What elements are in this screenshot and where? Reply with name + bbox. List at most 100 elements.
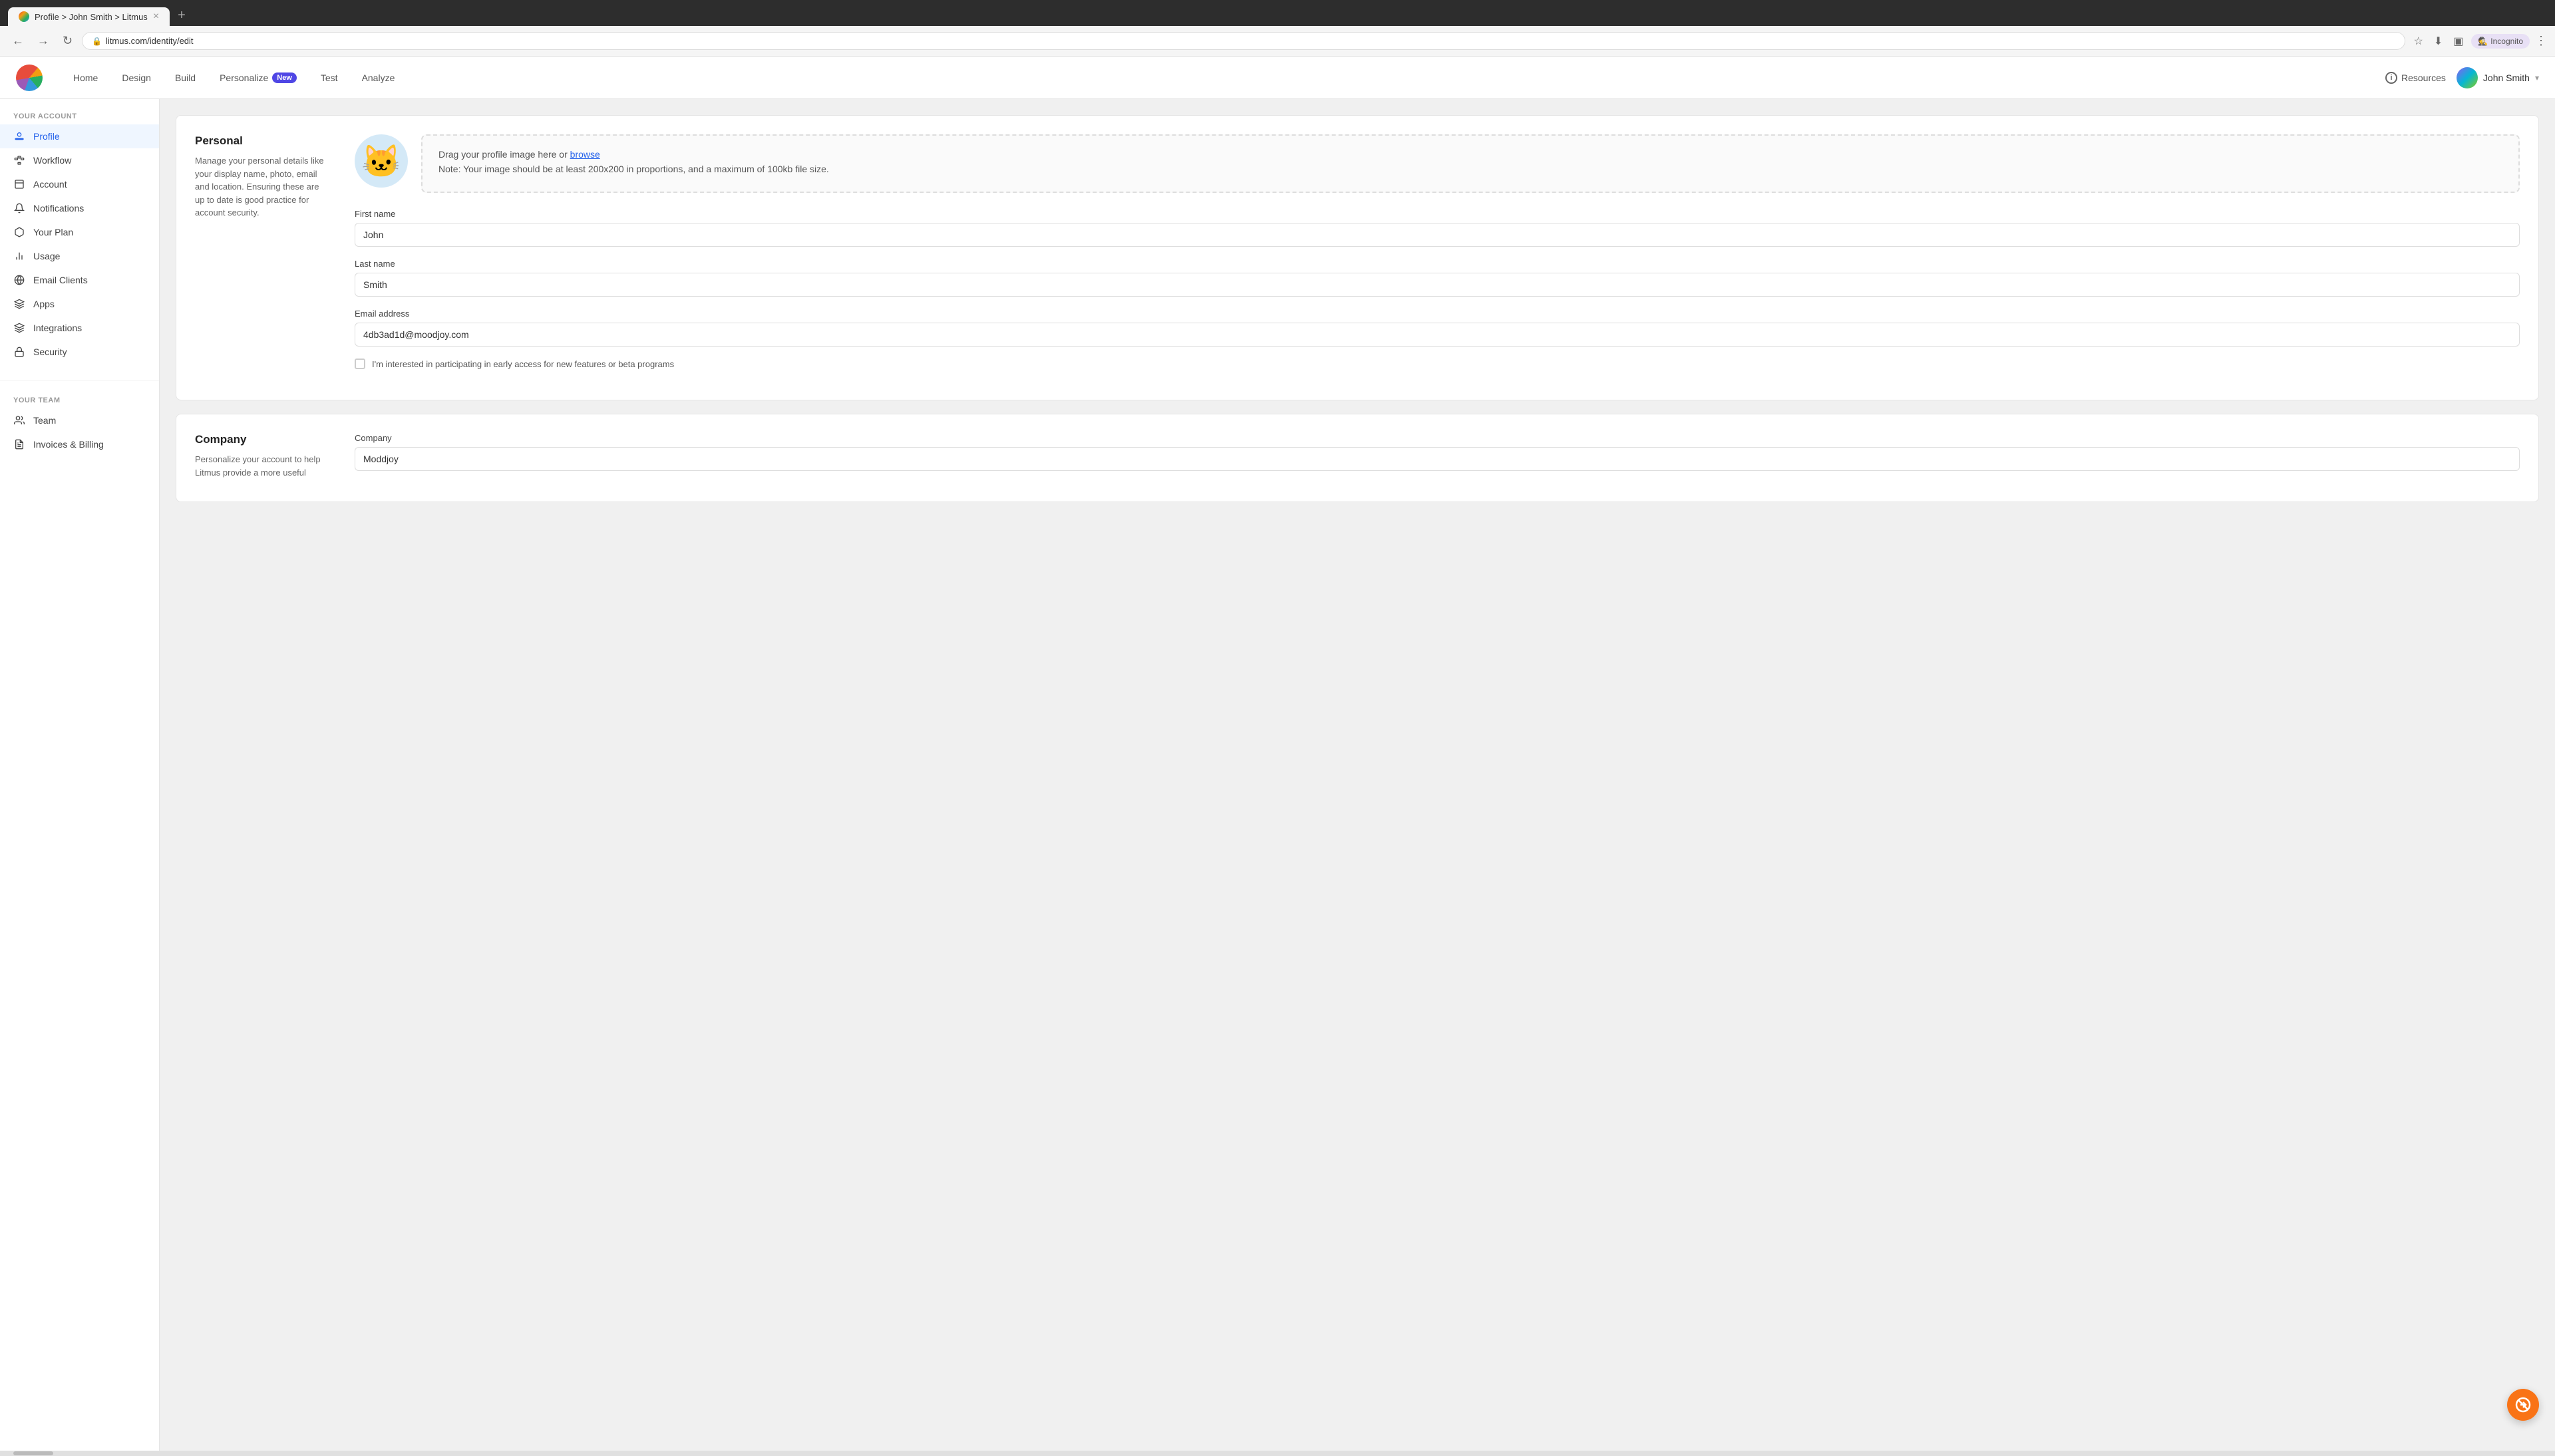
- app-header: Home Design Build Personalize New Test A…: [0, 57, 2555, 99]
- company-section-row: Company Personalize your account to help…: [195, 433, 2520, 483]
- download-icon[interactable]: ⬇: [2431, 32, 2445, 51]
- sidebar-item-apps[interactable]: Apps: [0, 292, 159, 316]
- bottom-scrollbar[interactable]: [0, 1451, 2555, 1456]
- help-button[interactable]: [2507, 1389, 2539, 1421]
- last-name-label: Last name: [355, 259, 2520, 269]
- toolbar-actions: ☆ ⬇ ▣ 🕵 Incognito ⋮: [2411, 32, 2547, 51]
- sidebar-label-security: Security: [33, 347, 67, 357]
- team-icon: [13, 414, 25, 426]
- invoices-icon: [13, 438, 25, 450]
- beta-checkbox[interactable]: [355, 359, 365, 369]
- nav-analyze[interactable]: Analyze: [353, 67, 405, 88]
- beta-checkbox-row: I'm interested in participating in early…: [355, 359, 2520, 369]
- usage-icon: [13, 250, 25, 262]
- user-menu[interactable]: John Smith ▾: [2457, 67, 2539, 88]
- personal-title: Personal: [195, 134, 328, 148]
- header-right: i Resources John Smith ▾: [2385, 67, 2539, 88]
- company-form: Company: [355, 433, 2520, 483]
- browser-toolbar: ← → ↻ 🔒 litmus.com/identity/edit ☆ ⬇ ▣ 🕵…: [0, 26, 2555, 57]
- last-name-input[interactable]: [355, 273, 2520, 297]
- sidebar-item-notifications[interactable]: Notifications: [0, 196, 159, 220]
- sidebar-label-integrations: Integrations: [33, 323, 82, 333]
- tab-close-btn[interactable]: ×: [153, 11, 159, 22]
- profile-icon: [13, 130, 25, 142]
- integrations-icon: [13, 322, 25, 334]
- sidebar-item-workflow[interactable]: Workflow: [0, 148, 159, 172]
- personal-section-card: Personal Manage your personal details li…: [176, 115, 2539, 400]
- user-avatar: [2457, 67, 2478, 88]
- back-button[interactable]: ←: [8, 31, 28, 51]
- profile-avatar: 🐱: [355, 134, 408, 188]
- active-tab[interactable]: Profile > John Smith > Litmus ×: [8, 7, 170, 26]
- sidebar-item-profile[interactable]: Profile: [0, 124, 159, 148]
- sidebar-label-account: Account: [33, 179, 67, 190]
- company-group: Company: [355, 433, 2520, 471]
- sidebar-label-apps: Apps: [33, 299, 55, 309]
- sidebar-label-invoices-billing: Invoices & Billing: [33, 439, 104, 450]
- sidebar-item-account[interactable]: Account: [0, 172, 159, 196]
- nav-test[interactable]: Test: [311, 67, 347, 88]
- email-input[interactable]: [355, 323, 2520, 347]
- sidebar-item-usage[interactable]: Usage: [0, 244, 159, 268]
- sidebar-label-team: Team: [33, 415, 56, 426]
- company-input[interactable]: [355, 447, 2520, 471]
- sidebar-item-team[interactable]: Team: [0, 408, 159, 432]
- first-name-group: First name: [355, 209, 2520, 247]
- upload-text: Drag your profile image here or browse: [438, 149, 2502, 160]
- sidebar-toggle-icon[interactable]: ▣: [2451, 32, 2466, 51]
- first-name-input[interactable]: [355, 223, 2520, 247]
- bookmark-icon[interactable]: ☆: [2411, 32, 2425, 51]
- sidebar: YOUR ACCOUNT Profile Workflow Account No…: [0, 99, 160, 1451]
- upload-note: Note: Your image should be at least 200x…: [438, 164, 2502, 174]
- scrollbar-thumb[interactable]: [13, 1451, 53, 1455]
- forward-button[interactable]: →: [33, 31, 53, 51]
- personal-description: Manage your personal details like your d…: [195, 154, 328, 219]
- nav-build[interactable]: Build: [166, 67, 205, 88]
- company-meta: Company Personalize your account to help…: [195, 433, 328, 483]
- nav-design[interactable]: Design: [112, 67, 160, 88]
- nav-home[interactable]: Home: [64, 67, 107, 88]
- litmus-logo[interactable]: [16, 65, 43, 91]
- user-menu-chevron: ▾: [2535, 73, 2539, 82]
- upload-browse-link[interactable]: browse: [570, 149, 600, 160]
- new-tab-button[interactable]: +: [172, 5, 191, 26]
- reload-button[interactable]: ↻: [59, 31, 77, 51]
- tab-title: Profile > John Smith > Litmus: [35, 12, 148, 22]
- user-name: John Smith: [2483, 73, 2530, 83]
- more-options-button[interactable]: ⋮: [2535, 34, 2547, 48]
- sidebar-label-your-plan: Your Plan: [33, 227, 73, 237]
- security-icon: [13, 346, 25, 358]
- company-label: Company: [355, 433, 2520, 443]
- main-content: Personal Manage your personal details li…: [160, 99, 2555, 1451]
- personal-section-row: Personal Manage your personal details li…: [195, 134, 2520, 381]
- email-label: Email address: [355, 309, 2520, 319]
- url-text: litmus.com/identity/edit: [106, 36, 194, 46]
- sidebar-item-email-clients[interactable]: Email Clients: [0, 268, 159, 292]
- last-name-group: Last name: [355, 259, 2520, 297]
- nav-personalize[interactable]: Personalize New: [210, 67, 306, 88]
- sidebar-label-workflow: Workflow: [33, 155, 71, 166]
- beta-checkbox-label: I'm interested in participating in early…: [372, 359, 674, 369]
- sidebar-item-your-plan[interactable]: Your Plan: [0, 220, 159, 244]
- sidebar-label-email-clients: Email Clients: [33, 275, 88, 285]
- your-team-label: YOUR TEAM: [0, 396, 159, 404]
- resources-icon: i: [2385, 72, 2397, 84]
- email-group: Email address: [355, 309, 2520, 347]
- upload-area[interactable]: Drag your profile image here or browse N…: [421, 134, 2520, 193]
- sidebar-item-security[interactable]: Security: [0, 340, 159, 364]
- sidebar-item-invoices-billing[interactable]: Invoices & Billing: [0, 432, 159, 456]
- notifications-icon: [13, 202, 25, 214]
- incognito-button[interactable]: 🕵 Incognito: [2471, 34, 2530, 49]
- browser-chrome: Profile > John Smith > Litmus × + ← → ↻ …: [0, 0, 2555, 57]
- sidebar-label-profile: Profile: [33, 131, 60, 142]
- resources-button[interactable]: i Resources: [2385, 72, 2446, 84]
- app-body: YOUR ACCOUNT Profile Workflow Account No…: [0, 99, 2555, 1451]
- personal-form: 🐱 Drag your profile image here or browse…: [355, 134, 2520, 381]
- incognito-label: Incognito: [2490, 37, 2523, 46]
- email-clients-icon: [13, 274, 25, 286]
- workflow-icon: [13, 154, 25, 166]
- sidebar-label-usage: Usage: [33, 251, 60, 261]
- sidebar-item-integrations[interactable]: Integrations: [0, 316, 159, 340]
- incognito-icon: 🕵: [2478, 37, 2488, 46]
- url-bar[interactable]: 🔒 litmus.com/identity/edit: [82, 32, 2405, 50]
